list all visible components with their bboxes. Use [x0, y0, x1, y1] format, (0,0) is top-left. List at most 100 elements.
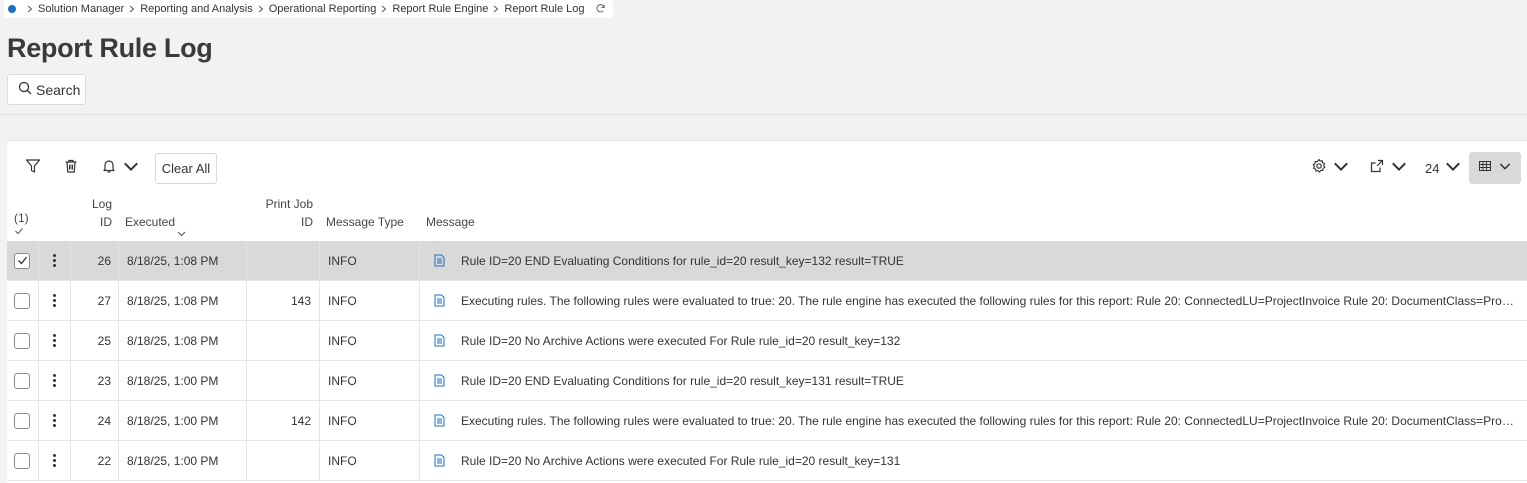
column-divider — [319, 441, 320, 480]
column-header-log-id[interactable]: Log ID — [91, 195, 112, 231]
breadcrumb-item-report-rule-engine[interactable]: Report Rule Engine — [392, 3, 488, 15]
column-header-log-id-line2: ID — [100, 215, 112, 229]
log-panel: Clear All 24 (1) Log ID Executed Print J… — [7, 140, 1527, 483]
row-select — [14, 281, 32, 320]
document-icon[interactable] — [434, 361, 446, 400]
document-icon[interactable] — [434, 401, 446, 440]
row-select — [14, 321, 32, 360]
column-header-print-job-id-line2: ID — [301, 215, 313, 229]
cell-message-type: INFO — [328, 293, 357, 308]
column-header-log-id-line1: Log — [91, 197, 112, 211]
cell-message-type: INFO — [328, 413, 357, 428]
more-options-icon[interactable] — [49, 414, 59, 427]
column-header-message-type[interactable]: Message Type — [326, 213, 404, 231]
cell-message: Rule ID=20 No Archive Actions were execu… — [461, 441, 1516, 480]
document-icon[interactable] — [434, 281, 446, 320]
table-view-dropdown[interactable] — [1469, 152, 1521, 184]
cell-print-job-id — [247, 241, 311, 280]
more-options-icon[interactable] — [49, 334, 59, 347]
column-divider — [419, 281, 420, 320]
document-icon[interactable] — [434, 441, 446, 480]
table-row[interactable]: 22 8/18/25, 1:00 PM INFO Rule ID=20 No A… — [7, 441, 1527, 481]
divider — [0, 114, 1527, 115]
cell-message-type: INFO — [328, 373, 357, 388]
column-divider — [419, 441, 420, 480]
table-row[interactable]: 25 8/18/25, 1:08 PM INFO Rule ID=20 No A… — [7, 321, 1527, 361]
delete-button[interactable] — [63, 158, 79, 178]
table-row[interactable]: 26 8/18/25, 1:08 PM INFO Rule ID=20 END … — [7, 241, 1527, 281]
chevron-right-icon — [22, 5, 38, 13]
cell-executed: 8/18/25, 1:08 PM — [127, 253, 219, 268]
select-all-toggle[interactable]: (1) — [14, 209, 29, 240]
page-size-dropdown[interactable]: 24 — [1425, 158, 1461, 178]
trash-icon — [63, 158, 79, 179]
table-header: (1) Log ID Executed Print Job ID Message… — [7, 195, 1527, 241]
cell-log-id: 26 — [97, 253, 111, 268]
cell-message: Rule ID=20 No Archive Actions were execu… — [461, 321, 1516, 360]
export-dropdown[interactable] — [1369, 158, 1407, 178]
row-menu — [49, 441, 59, 480]
filter-button[interactable] — [25, 158, 41, 178]
search-icon — [18, 81, 32, 98]
search-button-label: Search — [36, 81, 81, 98]
clear-all-button[interactable]: Clear All — [155, 153, 217, 184]
cell-print-job-id: 142 — [290, 413, 311, 428]
search-button[interactable]: Search — [7, 74, 86, 105]
row-checkbox[interactable] — [14, 412, 30, 429]
refresh-icon[interactable] — [595, 3, 607, 15]
column-divider — [38, 321, 39, 360]
column-header-print-job-id-line1: Print Job — [265, 197, 313, 211]
row-checkbox[interactable] — [14, 332, 30, 349]
column-header-message[interactable]: Message — [426, 213, 475, 231]
more-options-icon[interactable] — [49, 254, 59, 267]
column-header-executed[interactable]: Executed — [125, 213, 186, 237]
breadcrumb-item-solution-manager[interactable]: Solution Manager — [38, 3, 124, 15]
column-divider — [319, 361, 320, 400]
document-icon[interactable] — [434, 241, 446, 280]
chevron-right-icon — [124, 5, 140, 13]
row-menu — [49, 321, 59, 360]
column-divider — [319, 281, 320, 320]
column-divider — [419, 361, 420, 400]
cell-executed: 8/18/25, 1:08 PM — [127, 333, 219, 348]
cell-executed: 8/18/25, 1:00 PM — [127, 373, 219, 388]
more-options-icon[interactable] — [49, 294, 59, 307]
column-divider — [38, 441, 39, 480]
settings-dropdown[interactable] — [1311, 158, 1349, 178]
filter-icon — [25, 158, 41, 179]
breadcrumb-item-reporting-and-analysis[interactable]: Reporting and Analysis — [140, 3, 253, 15]
row-menu — [49, 241, 59, 280]
page-title: Report Rule Log — [7, 33, 213, 63]
table-row[interactable]: 27 8/18/25, 1:08 PM 143 INFO Executing r… — [7, 281, 1527, 321]
checkmark-icon — [17, 256, 27, 265]
table-row[interactable]: 23 8/18/25, 1:00 PM INFO Rule ID=20 END … — [7, 361, 1527, 401]
cell-log-id: 23 — [97, 373, 111, 388]
home-icon[interactable] — [8, 5, 16, 13]
cell-message: Executing rules. The following rules wer… — [461, 281, 1516, 320]
cell-print-job-id: 143 — [290, 293, 311, 308]
notifications-dropdown[interactable] — [101, 158, 139, 178]
row-checkbox[interactable] — [14, 252, 30, 269]
chevron-right-icon — [488, 5, 504, 13]
column-header-executed-label: Executed — [125, 215, 176, 229]
row-menu — [49, 361, 59, 400]
document-icon[interactable] — [434, 321, 446, 360]
chevron-down-icon — [1445, 158, 1461, 179]
cell-message: Rule ID=20 END Evaluating Conditions for… — [461, 361, 1516, 400]
more-options-icon[interactable] — [49, 374, 59, 387]
row-menu — [49, 281, 59, 320]
message-text: Rule ID=20 END Evaluating Conditions for… — [461, 253, 904, 268]
table-body: 26 8/18/25, 1:08 PM INFO Rule ID=20 END … — [7, 241, 1527, 481]
column-header-print-job-id[interactable]: Print Job ID — [257, 195, 313, 231]
export-icon — [1369, 158, 1385, 179]
breadcrumb-item-operational-reporting[interactable]: Operational Reporting — [269, 3, 377, 15]
cell-executed: 8/18/25, 1:00 PM — [127, 413, 219, 428]
page-size-value: 24 — [1425, 160, 1440, 176]
row-checkbox[interactable] — [14, 452, 30, 469]
more-options-icon[interactable] — [49, 454, 59, 467]
row-checkbox[interactable] — [14, 372, 30, 389]
cell-message-type: INFO — [328, 333, 357, 348]
row-menu — [49, 401, 59, 440]
table-row[interactable]: 24 8/18/25, 1:00 PM 142 INFO Executing r… — [7, 401, 1527, 441]
row-checkbox[interactable] — [14, 292, 30, 309]
